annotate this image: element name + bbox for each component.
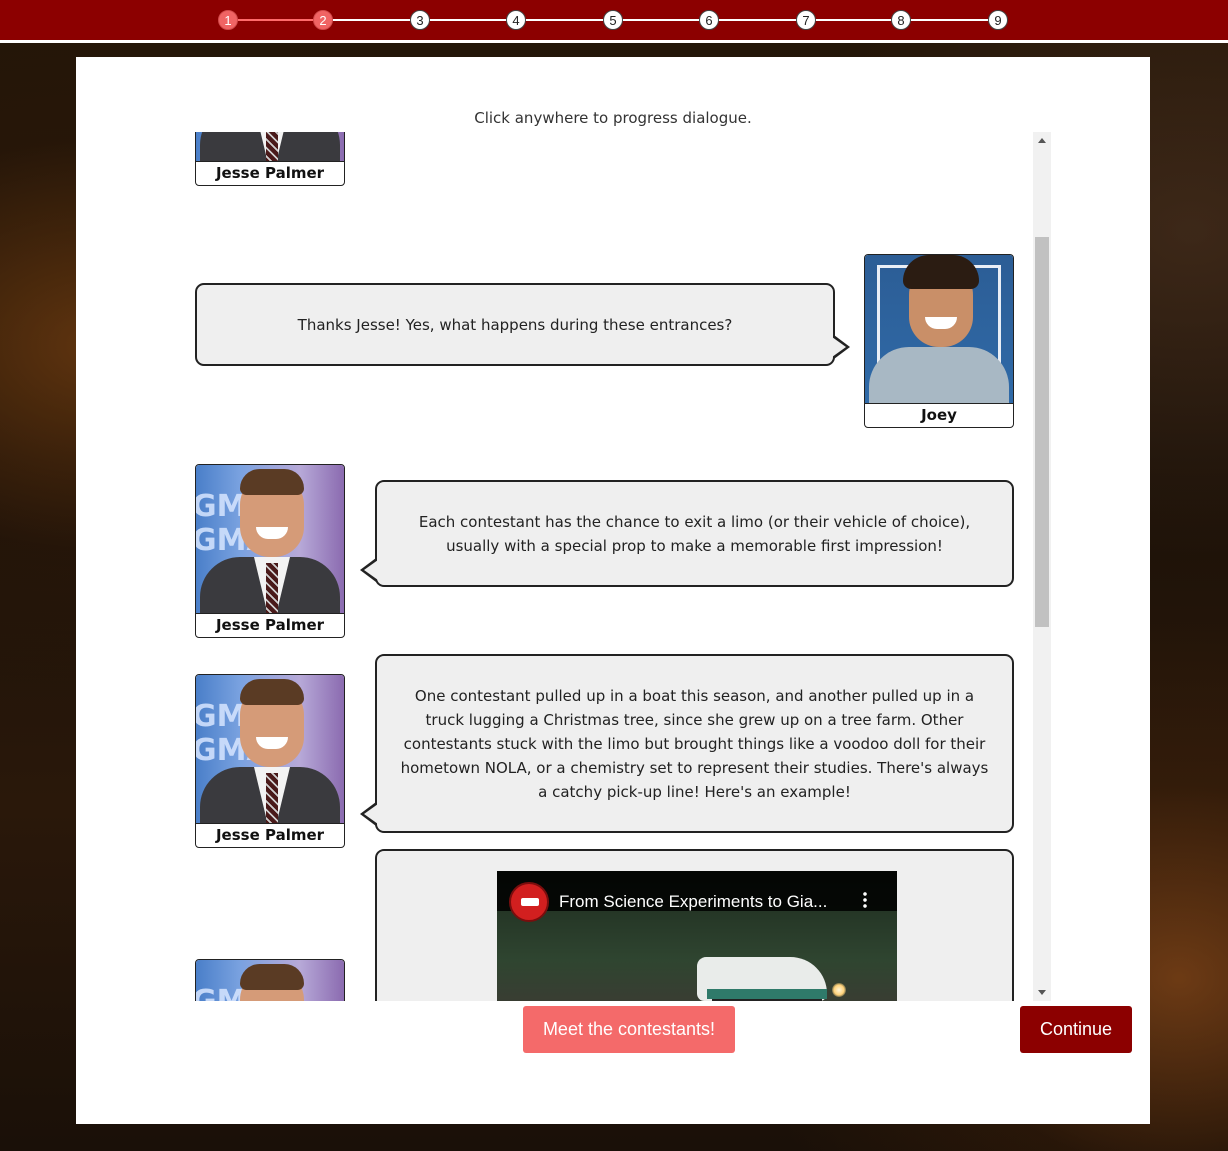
message-bubble-jesse: One contestant pulled up in a boat this … xyxy=(360,654,1014,833)
progress-step-3[interactable]: 3 xyxy=(410,10,430,30)
dialogue-panel[interactable]: Click anywhere to progress dialogue. GMA… xyxy=(76,57,1150,1124)
message-bubble-joey: Thanks Jesse! Yes, what happens during t… xyxy=(195,283,850,366)
speaker-name: Jesse Palmer xyxy=(196,613,344,637)
progress-bar: 1 2 3 4 5 6 7 8 9 xyxy=(0,0,1228,43)
video-title[interactable]: From Science Experiments to Gia... xyxy=(559,890,827,914)
progress-step-6[interactable]: 6 xyxy=(699,10,719,30)
progress-step-8[interactable]: 8 xyxy=(891,10,911,30)
jesse-palmer-photo: GMAGMA xyxy=(196,132,344,161)
speaker-name: Joey xyxy=(865,403,1013,427)
progress-step-4[interactable]: 4 xyxy=(506,10,526,30)
message-text: Each contestant has the chance to exit a… xyxy=(418,512,971,555)
scrollbar-thumb[interactable] xyxy=(1035,237,1049,627)
progress-step-9[interactable]: 9 xyxy=(988,10,1008,30)
progress-step-2[interactable]: 2 xyxy=(313,10,333,30)
meet-contestants-button[interactable]: Meet the contestants! xyxy=(523,1006,735,1053)
message-bubble-video: From Science Experiments to Gia... xyxy=(375,849,1014,1001)
avatar-card-jesse: GMAGMA Jesse Palmer xyxy=(195,674,345,848)
scroll-down-arrow-icon[interactable] xyxy=(1038,990,1046,995)
speaker-name: Jesse Palmer xyxy=(196,161,344,185)
bubble-tail xyxy=(360,558,378,582)
message-text: Thanks Jesse! Yes, what happens during t… xyxy=(297,315,733,334)
bubble-tail xyxy=(832,335,850,359)
progress-step-5[interactable]: 5 xyxy=(603,10,623,30)
channel-logo-icon[interactable] xyxy=(509,882,549,922)
message-bubble-jesse: Each contestant has the chance to exit a… xyxy=(360,480,1014,587)
bubble-tail xyxy=(360,802,378,826)
avatar-card-jesse: GMAGMA Jesse Palmer xyxy=(195,464,345,638)
chat-scroll-area[interactable]: GMAGMA Jesse Palmer Thanks Jesse! Yes, w… xyxy=(195,132,1051,1001)
progress-step-1[interactable]: 1 xyxy=(218,10,238,30)
scroll-up-arrow-icon[interactable] xyxy=(1038,138,1046,143)
avatar-card-jesse-top: GMAGMA Jesse Palmer xyxy=(195,132,345,186)
jesse-palmer-photo: GMAGMA xyxy=(196,465,344,613)
joey-photo xyxy=(865,255,1013,403)
progress-step-7[interactable]: 7 xyxy=(796,10,816,30)
jesse-palmer-photo: GMAGMA xyxy=(196,960,344,1001)
video-embed[interactable]: From Science Experiments to Gia... xyxy=(497,871,897,1001)
chat-scrollbar[interactable] xyxy=(1033,132,1051,1001)
more-options-icon[interactable] xyxy=(863,891,867,909)
avatar-card-joey: Joey xyxy=(864,254,1014,428)
continue-button[interactable]: Continue xyxy=(1020,1006,1132,1053)
message-text: One contestant pulled up in a boat this … xyxy=(400,686,989,801)
dialogue-instruction: Click anywhere to progress dialogue. xyxy=(474,109,752,127)
progress-line-completed xyxy=(228,19,323,21)
speaker-name: Jesse Palmer xyxy=(196,823,344,847)
jesse-palmer-photo: GMAGMA xyxy=(196,675,344,823)
avatar-card-jesse: GMAGMA Jesse Palmer xyxy=(195,959,345,1001)
